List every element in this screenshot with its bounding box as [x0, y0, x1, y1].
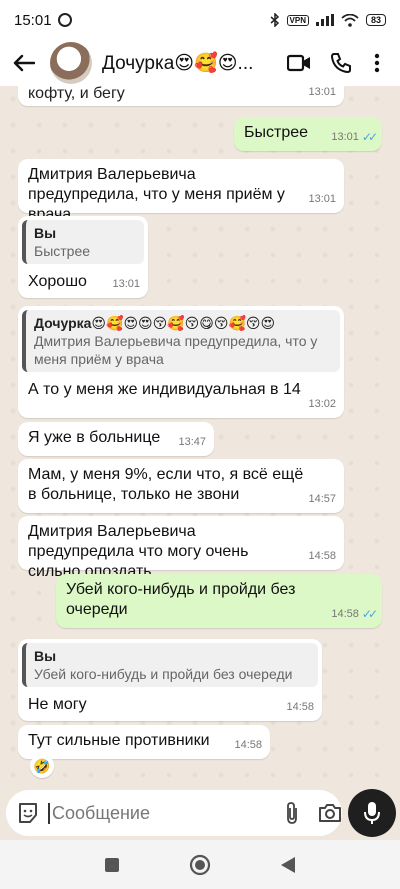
camera-icon [319, 804, 341, 822]
message-time: 14:58 [308, 550, 336, 562]
chat-area[interactable]: кофту, и бегу 13:01 Быстрее 13:01 ✓✓ Дмит… [0, 86, 400, 786]
status-bar: 15:01 VPN 83 [0, 0, 400, 40]
message-incoming-reply[interactable]: Вы Быстрее Хорошо 13:01 [18, 216, 148, 298]
more-options-button[interactable] [362, 43, 392, 83]
read-ticks-icon: ✓✓ [361, 607, 378, 621]
circle-icon [189, 854, 211, 875]
message-text: Мам, у меня 9%, если что, я всё ещё в бо… [28, 466, 304, 503]
back-button[interactable] [8, 47, 40, 79]
quote-text: Дмитрия Валерьевича предупредила, что у … [34, 333, 318, 367]
message-time: 13:02 [308, 398, 336, 410]
message-time: 14:58 [331, 608, 359, 620]
reply-quote[interactable]: Вы Убей кого-нибудь и пройди без очереди [22, 643, 318, 687]
message-time: 14:57 [308, 493, 336, 505]
message-time: 14:58 [286, 701, 314, 713]
quote-author: Дочурка😍🥰😍😍😚🥰😚😋😚🥰😚😍 [34, 315, 276, 331]
recents-button[interactable] [105, 857, 119, 872]
message-text: Дмитрия Валерьевича предупредила что мог… [28, 523, 249, 580]
message-text: Тут сильные противники [28, 732, 210, 749]
signal-icon [315, 14, 334, 26]
video-call-button[interactable] [278, 43, 320, 83]
alarm-icon [57, 13, 72, 27]
reaction-badge[interactable]: 🤣 [30, 754, 54, 778]
chat-header: Дочурка😍🥰😍... [0, 40, 400, 86]
status-time: 15:01 [14, 11, 52, 29]
voice-call-button[interactable] [320, 43, 362, 83]
video-camera-icon [287, 54, 310, 72]
message-text: Не могу [28, 696, 87, 713]
message-incoming-reply[interactable]: Дочурка😍🥰😍😍😚🥰😚😋😚🥰😚😍 Дмитрия Валерьевича … [18, 306, 344, 418]
microphone-icon [364, 802, 380, 824]
voice-record-button[interactable] [348, 789, 396, 837]
message-incoming[interactable]: Тут сильные противники 14:58 [18, 725, 270, 759]
system-nav-bar [0, 840, 400, 889]
camera-button[interactable] [318, 803, 342, 823]
vpn-badge: VPN [286, 14, 309, 26]
reply-quote[interactable]: Дочурка😍🥰😍😍😚🥰😚😋😚🥰😚😍 Дмитрия Валерьевича … [22, 310, 340, 372]
reply-quote[interactable]: Вы Быстрее [22, 220, 144, 264]
read-ticks-icon: ✓✓ [361, 130, 378, 144]
message-time: 13:47 [178, 436, 206, 448]
quote-text: Быстрее [34, 243, 91, 259]
paperclip-icon [287, 802, 297, 824]
message-incoming-reply[interactable]: Вы Убей кого-нибудь и пройди без очереди… [18, 639, 322, 721]
home-button[interactable] [189, 854, 211, 876]
back-nav-button[interactable] [281, 856, 295, 873]
wifi-icon [341, 13, 359, 27]
square-icon [105, 857, 119, 872]
message-text: Дмитрия Валерьевича предупредила, что у … [28, 166, 285, 223]
battery-indicator: 83 [365, 14, 386, 26]
triangle-back-icon [281, 856, 295, 873]
message-time: 13:01 [112, 278, 140, 290]
message-text: Быстрее [244, 124, 309, 141]
message-incoming[interactable]: Мам, у меня 9%, если что, я всё ещё в бо… [18, 459, 344, 513]
message-input[interactable] [48, 802, 284, 824]
message-incoming[interactable]: Дмитрия Валерьевича предупредила, что у … [18, 159, 344, 223]
compose-box [6, 790, 342, 836]
sticker-icon [19, 803, 37, 823]
message-outgoing[interactable]: Убей кого-нибудь и пройди без очереди 14… [56, 574, 382, 628]
message-incoming[interactable]: Дмитрия Валерьевича предупредила что мог… [18, 516, 344, 580]
message-time: 13:01 [331, 131, 359, 143]
status-icons: VPN 83 [270, 13, 386, 27]
message-time: 13:01 [308, 86, 336, 98]
quote-author: Вы [34, 648, 57, 664]
message-incoming[interactable]: Я уже в больнице 13:47 [18, 422, 214, 456]
message-text: кофту, и бегу [28, 86, 125, 102]
attach-button[interactable] [284, 801, 300, 825]
avatar[interactable] [50, 42, 92, 84]
kebab-menu-icon [374, 53, 380, 73]
quote-author: Вы [34, 225, 57, 241]
quote-text: Убей кого-нибудь и пройди без очереди [34, 666, 293, 682]
arrow-left-icon [13, 54, 35, 72]
contact-name[interactable]: Дочурка😍🥰😍... [102, 51, 278, 75]
message-text: А то у меня же индивидуальная в 14 [28, 381, 301, 398]
compose-bar [0, 786, 400, 840]
message-outgoing[interactable]: Быстрее 13:01 ✓✓ [234, 117, 382, 151]
message-time: 14:58 [234, 739, 262, 751]
sticker-button[interactable] [16, 801, 40, 825]
phone-icon [330, 53, 351, 74]
bluetooth-icon [270, 13, 280, 27]
message-text: Я уже в больнице [28, 429, 161, 446]
message-text: Убей кого-нибудь и пройди без очереди [66, 581, 296, 618]
message-text: Хорошо [28, 273, 87, 290]
message-incoming[interactable]: кофту, и бегу 13:01 [18, 86, 344, 106]
message-time: 13:01 [308, 193, 336, 205]
